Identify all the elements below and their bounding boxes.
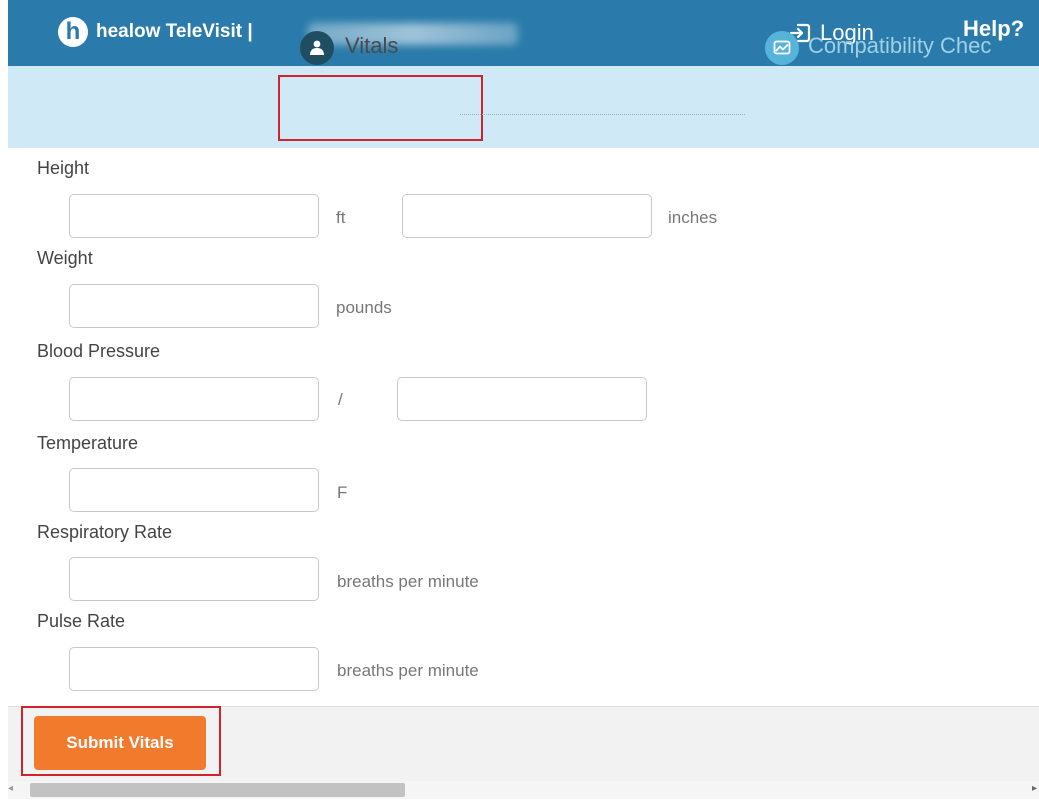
respiratory-rate-input[interactable] (69, 557, 319, 601)
compatibility-step-icon (765, 31, 799, 65)
temperature-label: Temperature (37, 433, 139, 453)
height-label: Height (37, 158, 90, 178)
submit-vitals-button[interactable]: Submit Vitals (34, 716, 206, 770)
horizontal-scrollbar[interactable]: ◂ ▸ (8, 781, 1039, 799)
pulse-rate-label: Pulse Rate (37, 611, 126, 631)
scroll-right-arrow-icon[interactable]: ▸ (1032, 783, 1037, 794)
height-inches-unit: inches (668, 208, 718, 227)
diastolic-input[interactable] (397, 377, 647, 421)
blood-pressure-label: Blood Pressure (37, 341, 161, 361)
blood-pressure-separator: / (338, 390, 343, 409)
weight-unit: pounds (336, 298, 392, 317)
step-connector (460, 114, 745, 115)
scrollbar-thumb[interactable] (30, 783, 405, 797)
height-feet-input[interactable] (69, 194, 319, 238)
height-feet-unit: ft (336, 208, 346, 227)
weight-label: Weight (37, 248, 93, 268)
pulse-rate-unit: breaths per minute (337, 661, 479, 680)
vitals-step-icon (300, 31, 334, 65)
step-progress-bar (8, 66, 1039, 148)
brand-title: healow TeleVisit | (96, 21, 253, 42)
vitals-step-label[interactable]: Vitals (345, 33, 398, 59)
compatibility-step-label[interactable]: Compatibility Chec (808, 33, 991, 59)
respiratory-rate-label: Respiratory Rate (37, 522, 173, 542)
respiratory-rate-unit: breaths per minute (337, 572, 479, 591)
vitals-step-highlight (278, 75, 483, 141)
healow-logo-icon: h (58, 17, 88, 47)
height-inches-input[interactable] (402, 194, 652, 238)
pulse-rate-input[interactable] (69, 647, 319, 691)
weight-input[interactable] (69, 284, 319, 328)
provider-name-redacted (308, 23, 518, 45)
temperature-unit: F (337, 483, 348, 502)
temperature-input[interactable] (69, 468, 319, 512)
systolic-input[interactable] (69, 377, 319, 421)
scroll-left-arrow-icon[interactable]: ◂ (8, 783, 13, 794)
